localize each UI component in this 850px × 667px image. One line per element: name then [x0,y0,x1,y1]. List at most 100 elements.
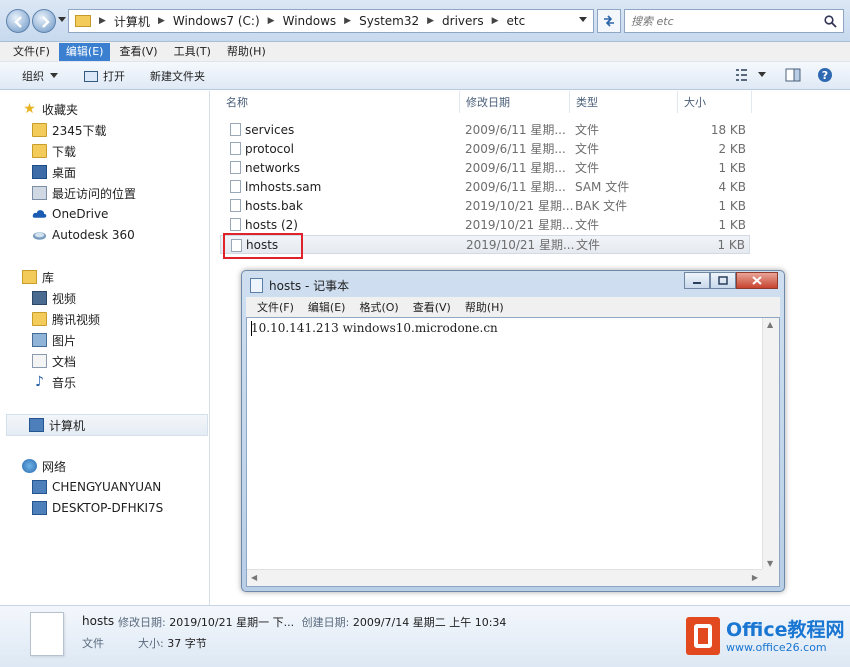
menu-bar: 文件(F) 编辑(E) 查看(V) 工具(T) 帮助(H) [0,42,850,62]
column-header-size[interactable]: 大小 [678,91,752,113]
organize-button[interactable]: 组织 [22,68,58,84]
file-row[interactable]: networks 2009/6/11 星期... 文件 1 KB [220,158,750,177]
nav-computer[interactable]: 计算机 [6,414,208,436]
vertical-scrollbar[interactable]: ▲ ▼ [762,318,779,570]
file-icon [230,123,241,136]
file-row[interactable]: hosts (2) 2019/10/21 星期... 文件 1 KB [220,215,750,234]
file-type: 文件 [575,123,600,137]
file-icon [230,161,241,174]
column-header-type[interactable]: 类型 [570,91,678,113]
file-size: 18 KB [710,122,746,137]
nav-item-network-computer[interactable]: DESKTOP-DFHKI7S [0,498,163,518]
watermark-title: Office教程网 [726,618,845,641]
menu-edit[interactable]: 编辑(E) [58,42,111,61]
scroll-down-icon[interactable]: ▼ [767,559,773,568]
breadcrumb-item[interactable]: Windows [283,14,337,28]
column-header-name[interactable]: 名称 [220,91,460,113]
watermark: Office教程网 www.office26.com [686,614,845,658]
scroll-right-icon[interactable]: ▶ [752,573,758,582]
nav-item-tencent-video[interactable]: 腾讯视频 [0,309,100,329]
notepad-text-area[interactable]: 10.10.141.213 windows10.microdone.cn ▲ ▼… [246,317,780,587]
maximize-icon [718,276,728,285]
search-input[interactable] [631,13,811,29]
breadcrumb-separator-icon: ▶ [427,16,435,26]
nav-label: 腾讯视频 [52,312,101,327]
file-row[interactable]: services 2009/6/11 星期... 文件 18 KB [220,120,750,139]
menu-help[interactable]: 帮助(H) [220,43,273,61]
scroll-left-icon[interactable]: ◀ [251,573,257,582]
nav-item-2345-download[interactable]: 2345下载 [0,120,107,140]
resize-grip[interactable] [762,569,779,586]
organize-label: 组织 [22,70,44,83]
nav-item-pictures[interactable]: 图片 [0,330,76,350]
back-button[interactable] [6,9,30,33]
view-options-icon[interactable] [735,67,753,83]
star-icon: ★ [23,101,36,117]
nav-item-autodesk-360[interactable]: Autodesk 360 [0,225,135,245]
details-file-type: 文件 [82,637,104,650]
forward-arrow-icon [42,16,50,28]
minimize-button[interactable] [684,272,710,289]
network-computer-icon [32,480,47,494]
toolbar: 组织 打开 新建文件夹 ? [0,62,850,90]
scroll-up-icon[interactable]: ▲ [767,320,773,329]
help-icon[interactable]: ? [817,67,833,83]
file-row[interactable]: hosts.bak 2019/10/21 星期... BAK 文件 1 KB [220,196,750,215]
breadcrumb-separator-icon: ▶ [267,16,275,26]
column-header-date[interactable]: 修改日期 [460,91,570,113]
menu-file[interactable]: 文件(F) [6,43,57,61]
nav-item-onedrive[interactable]: OneDrive [0,204,108,224]
maximize-button[interactable] [710,272,736,289]
close-button[interactable] [736,272,778,289]
forward-button[interactable] [32,9,56,33]
nav-item-desktop[interactable]: 桌面 [0,162,76,182]
notepad-menu-edit[interactable]: 编辑(E) [303,299,351,315]
file-type: 文件 [576,238,601,252]
nav-favorites[interactable]: ★ 收藏夹 [0,99,78,119]
file-size: 1 KB [718,217,746,232]
nav-item-recent-places[interactable]: 最近访问的位置 [0,183,136,203]
file-icon [230,180,241,193]
nav-item-downloads[interactable]: 下载 [0,141,76,161]
address-dropdown-icon[interactable] [579,17,587,23]
notepad-menu-format[interactable]: 格式(O) [354,299,403,315]
refresh-button[interactable] [597,9,621,33]
notepad-menu-help[interactable]: 帮助(H) [460,299,509,315]
menu-tools[interactable]: 工具(T) [167,43,218,61]
menu-view[interactable]: 查看(V) [112,43,164,61]
nav-label: 桌面 [52,165,77,180]
search-icon[interactable] [824,15,837,28]
breadcrumb-item[interactable]: etc [507,14,526,28]
breadcrumb-item[interactable]: Windows7 (C:) [173,14,260,28]
nav-item-network-computer[interactable]: CHENGYUANYUAN [0,477,161,497]
search-box[interactable] [624,9,844,33]
notepad-menu-view[interactable]: 查看(V) [408,299,456,315]
documents-library-icon [32,354,47,368]
nav-label: Autodesk 360 [52,228,135,242]
large-file-icon [30,612,64,656]
horizontal-scrollbar[interactable]: ◀ ▶ [247,569,762,586]
view-dropdown-icon[interactable] [758,72,766,78]
file-date: 2009/6/11 星期... [465,180,566,194]
file-date: 2019/10/21 星期... [466,238,575,252]
file-icon [230,142,241,155]
file-row[interactable]: protocol 2009/6/11 星期... 文件 2 KB [220,139,750,158]
preview-pane-icon[interactable] [785,67,801,83]
notepad-icon [250,277,263,293]
new-folder-button[interactable]: 新建文件夹 [150,68,205,84]
open-button[interactable]: 打开 [84,68,125,84]
recent-pages-dropdown-icon[interactable] [58,17,66,23]
file-row[interactable]: lmhosts.sam 2009/6/11 星期... SAM 文件 4 KB [220,177,750,196]
nav-label: 音乐 [52,375,77,390]
address-box[interactable]: ▶ 计算机 ▶ Windows7 (C:) ▶ Windows ▶ System… [68,9,594,33]
breadcrumb-item[interactable]: drivers [442,14,484,28]
nav-item-documents[interactable]: 文档 [0,351,76,371]
nav-item-videos[interactable]: 视频 [0,288,76,308]
breadcrumb-item[interactable]: System32 [359,14,419,28]
breadcrumb-item[interactable]: 计算机 [114,13,150,30]
nav-network[interactable]: 网络 [0,456,66,476]
nav-item-music[interactable]: ♪ 音乐 [0,372,76,392]
notepad-menu-file[interactable]: 文件(F) [252,299,299,315]
notepad-title-bar[interactable]: hosts - 记事本 [250,276,349,294]
nav-libraries[interactable]: 库 [0,267,54,287]
